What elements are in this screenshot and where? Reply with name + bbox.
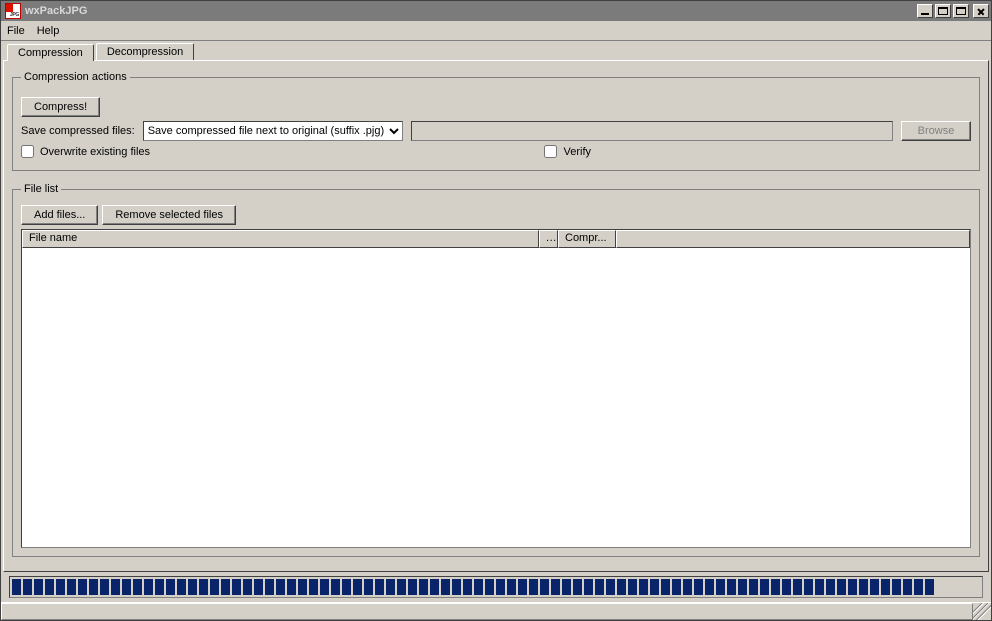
- resize-grip[interactable]: [973, 603, 991, 620]
- group-file-list: File list Add files... Remove selected f…: [12, 183, 980, 557]
- tab-decompression[interactable]: Decompression: [96, 43, 194, 60]
- restore-button[interactable]: [953, 4, 969, 18]
- window-title: wxPackJPG: [25, 5, 87, 17]
- listview-header[interactable]: File name...Compr...: [22, 230, 970, 248]
- listview-body[interactable]: [22, 248, 970, 547]
- remove-selected-button[interactable]: Remove selected files: [102, 205, 236, 225]
- statusbar: [1, 602, 991, 620]
- listview-column-filler: [616, 230, 970, 248]
- titlebar[interactable]: wxPackJPG: [1, 1, 991, 21]
- overwrite-checkbox-label[interactable]: Overwrite existing files: [21, 145, 150, 158]
- minimize-button[interactable]: [917, 4, 933, 18]
- save-location-select[interactable]: Save compressed file next to original (s…: [143, 121, 403, 141]
- tab-compression[interactable]: Compression: [7, 44, 94, 61]
- client-area: Compression Decompression Compression ac…: [1, 41, 991, 602]
- menu-file[interactable]: File: [7, 25, 25, 37]
- progress-bar: [9, 576, 983, 598]
- listview-column-header[interactable]: File name: [22, 230, 539, 248]
- listview-column-header[interactable]: ...: [539, 230, 558, 248]
- overwrite-label-text: Overwrite existing files: [40, 146, 150, 158]
- group-filelist-legend: File list: [21, 183, 61, 195]
- verify-checkbox-label[interactable]: Verify: [544, 145, 591, 158]
- listview-column-header[interactable]: Compr...: [558, 230, 616, 248]
- group-actions-legend: Compression actions: [21, 71, 130, 83]
- file-listview[interactable]: File name...Compr...: [21, 229, 971, 548]
- tab-page-compression: Compression actions Compress! Save compr…: [3, 60, 989, 572]
- add-files-button[interactable]: Add files...: [21, 205, 98, 225]
- browse-button[interactable]: Browse: [901, 121, 971, 141]
- group-compression-actions: Compression actions Compress! Save compr…: [12, 71, 980, 171]
- maximize-button[interactable]: [935, 4, 951, 18]
- save-label: Save compressed files:: [21, 125, 135, 137]
- verify-checkbox[interactable]: [544, 145, 557, 158]
- statusbar-text: [1, 603, 973, 620]
- overwrite-checkbox[interactable]: [21, 145, 34, 158]
- verify-label-text: Verify: [563, 146, 591, 158]
- main-window: wxPackJPG File Help Compression Decompre…: [0, 0, 992, 621]
- menu-help[interactable]: Help: [37, 25, 60, 37]
- close-button[interactable]: [973, 4, 989, 18]
- compress-button[interactable]: Compress!: [21, 97, 100, 117]
- save-path-field: [411, 121, 893, 141]
- menubar: File Help: [1, 21, 991, 41]
- app-icon: [5, 3, 21, 19]
